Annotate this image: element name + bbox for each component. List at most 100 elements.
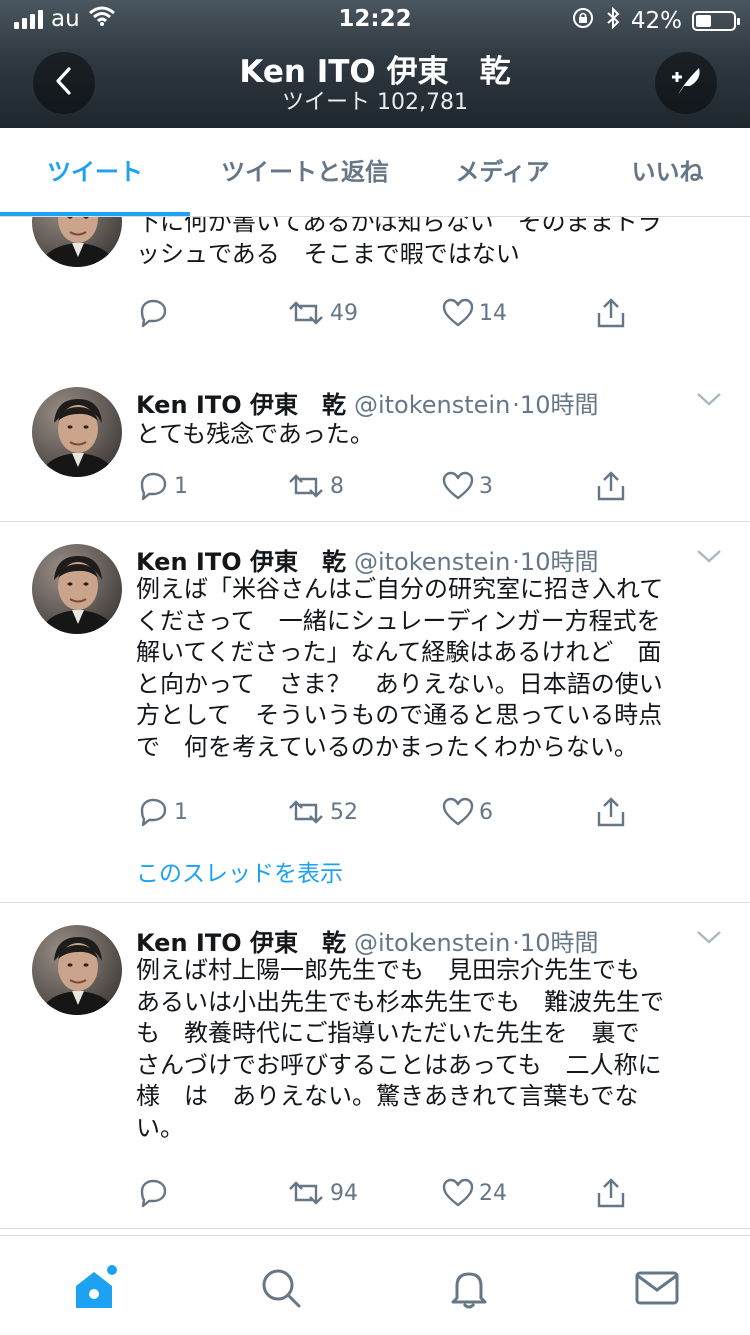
tweet-text-line: で 何を考えているのかまったくわからない。 xyxy=(136,732,638,761)
tweet-text-line: 例えば「米谷さんはご自分の研究室に招き入れて xyxy=(136,575,664,603)
like-count: 14 xyxy=(479,300,507,326)
tab-tweets-and-replies[interactable]: ツイートと返信 xyxy=(190,128,420,216)
tweet-actions: 94 24 xyxy=(136,1173,636,1213)
share-button[interactable] xyxy=(594,1173,628,1213)
retweet-count: 52 xyxy=(330,799,358,825)
tab-media[interactable]: メディア xyxy=(420,128,585,216)
tweet-meta: Ken ITO 伊東 乾 @itokenstein·10時間 xyxy=(136,923,598,958)
retweet-button[interactable]: 8 xyxy=(286,466,344,506)
home-icon xyxy=(76,1265,117,1308)
tweet-count: ツイート 102,781 xyxy=(282,90,468,115)
compose-feather-icon xyxy=(666,61,706,105)
heart-icon xyxy=(441,795,475,829)
tweet-text-line: さんづけでお呼びすることはあっても 二人称に xyxy=(136,1050,662,1079)
tweet-text-line: 解いてくださった」なんて経験はあるけれど 面 xyxy=(136,638,662,666)
notifications-tab[interactable] xyxy=(441,1260,497,1316)
active-tab-indicator xyxy=(0,212,190,216)
reply-button[interactable] xyxy=(136,1173,174,1213)
retweet-icon xyxy=(286,795,326,829)
heart-icon xyxy=(441,1176,475,1210)
tab-likes[interactable]: いいね xyxy=(585,128,750,216)
reply-button[interactable] xyxy=(136,293,174,333)
tweet-meta: Ken ITO 伊東 乾 @itokenstein·10時間 xyxy=(136,542,598,577)
author-name[interactable]: Ken ITO 伊東 乾 xyxy=(136,391,346,419)
author-name[interactable]: Ken ITO 伊東 乾 xyxy=(136,548,346,576)
avatar[interactable] xyxy=(32,387,122,477)
tweet[interactable]: Ken ITO 伊東 乾 @itokenstein·10時間 例えば「米谷さんはご… xyxy=(0,522,750,903)
rotation-lock-icon xyxy=(571,6,595,36)
tweet-text-line: ッシュである そこまで暇ではない xyxy=(136,239,520,268)
home-tab[interactable] xyxy=(66,1260,122,1316)
tweet-text-line: も 教養時代にご指導いただいた先生を 裏で xyxy=(136,1019,640,1047)
retweet-count: 94 xyxy=(330,1180,358,1206)
author-handle[interactable]: @itokenstein xyxy=(354,391,510,419)
like-count: 24 xyxy=(479,1180,507,1206)
tweet-time: ·10時間 xyxy=(512,929,599,957)
tweet-text: 例えば「米谷さんはご自分の研究室に招き入れて くださって 一緒にシュレーディンガ… xyxy=(136,574,716,763)
profile-tabs: ツイート ツイートと返信 メディア いいね xyxy=(0,128,750,217)
tweet-menu-button[interactable] xyxy=(696,548,722,568)
tab-tweets[interactable]: ツイート xyxy=(0,128,190,216)
avatar[interactable] xyxy=(32,217,122,267)
tweet-time: ·10時間 xyxy=(512,548,599,576)
tweet-feed[interactable]: 下に何が書いてあるかは知らない そのままトラ ッシュである そこまで暇ではない … xyxy=(0,217,750,1235)
tweet[interactable]: Ken ITO 伊東 乾 @itokenstein·10時間 とても残念であった。… xyxy=(0,365,750,522)
retweet-button[interactable]: 49 xyxy=(286,293,358,333)
reply-icon xyxy=(136,296,170,330)
share-icon xyxy=(594,795,628,829)
tweet-text-line: 方として そういうもので通ると思っている時点 xyxy=(136,701,663,729)
author-handle[interactable]: @itokenstein xyxy=(354,929,510,957)
status-right: 42% xyxy=(571,6,740,36)
avatar[interactable] xyxy=(32,925,122,1015)
tweet[interactable]: Ken ITO 伊東 乾 @itokenstein·10時間 例えば村上陽一郎先生… xyxy=(0,903,750,1229)
retweet-icon xyxy=(286,1176,326,1210)
bluetooth-icon xyxy=(605,6,621,36)
reply-button[interactable]: 1 xyxy=(136,466,188,506)
bell-icon xyxy=(451,1272,487,1309)
tweet-text: 例えば村上陽一郎先生でも 見田宗介先生でも あるいは小出先生でも杉本先生でも 難… xyxy=(136,955,716,1144)
like-count: 3 xyxy=(479,473,493,499)
retweet-count: 8 xyxy=(330,473,344,499)
status-bar: au 12:22 42% xyxy=(0,0,750,40)
tweet-text-line: 下に何が書いてあるかは知らない そのままトラ xyxy=(136,217,662,236)
like-count: 6 xyxy=(479,799,493,825)
tweet-text-line: と向かって さま？ ありえない。日本語の使い xyxy=(136,669,663,698)
search-icon xyxy=(262,1269,301,1308)
like-button[interactable]: 6 xyxy=(441,792,493,832)
author-name[interactable]: Ken ITO 伊東 乾 xyxy=(136,929,346,957)
tweet-text: 下に何が書いてあるかは知らない そのままトラ ッシュである そこまで暇ではない xyxy=(136,217,716,270)
tweet-time: ·10時間 xyxy=(512,391,599,419)
tweet-text-line: 例えば村上陽一郎先生でも 見田宗介先生でも xyxy=(136,956,640,984)
retweet-button[interactable]: 94 xyxy=(286,1173,358,1213)
mail-icon xyxy=(635,1271,679,1305)
reply-count: 1 xyxy=(174,473,188,499)
retweet-button[interactable]: 52 xyxy=(286,792,358,832)
messages-tab[interactable] xyxy=(629,1260,685,1316)
share-icon xyxy=(594,296,628,330)
reply-icon xyxy=(136,469,170,503)
compose-tweet-button[interactable] xyxy=(655,52,717,114)
chevron-down-icon xyxy=(696,929,722,945)
tweet-menu-button[interactable] xyxy=(696,929,722,949)
like-button[interactable]: 3 xyxy=(441,466,493,506)
like-button[interactable]: 14 xyxy=(441,293,507,333)
retweet-icon xyxy=(286,469,326,503)
share-button[interactable] xyxy=(594,792,628,832)
like-button[interactable]: 24 xyxy=(441,1173,507,1213)
share-button[interactable] xyxy=(594,293,628,333)
tweet-text-line: くださって 一緒にシュレーディンガー方程式を xyxy=(136,606,661,635)
show-thread-link[interactable]: このスレッドを表示 xyxy=(136,854,343,888)
tweet-menu-button[interactable] xyxy=(696,391,722,411)
reply-icon xyxy=(136,795,170,829)
avatar[interactable] xyxy=(32,544,122,634)
retweet-count: 49 xyxy=(330,300,358,326)
retweet-icon xyxy=(286,296,326,330)
author-handle[interactable]: @itokenstein xyxy=(354,548,510,576)
reply-button[interactable]: 1 xyxy=(136,792,188,832)
profile-header: au 12:22 42% Ken ITO 伊東 乾 ツイート 102,781 xyxy=(0,0,750,128)
share-button[interactable] xyxy=(594,466,628,506)
reply-icon xyxy=(136,1176,170,1210)
tweet[interactable]: 下に何が書いてあるかは知らない そのままトラ ッシュである そこまで暇ではない … xyxy=(0,217,750,366)
battery-icon xyxy=(692,11,740,31)
search-tab[interactable] xyxy=(253,1260,309,1316)
